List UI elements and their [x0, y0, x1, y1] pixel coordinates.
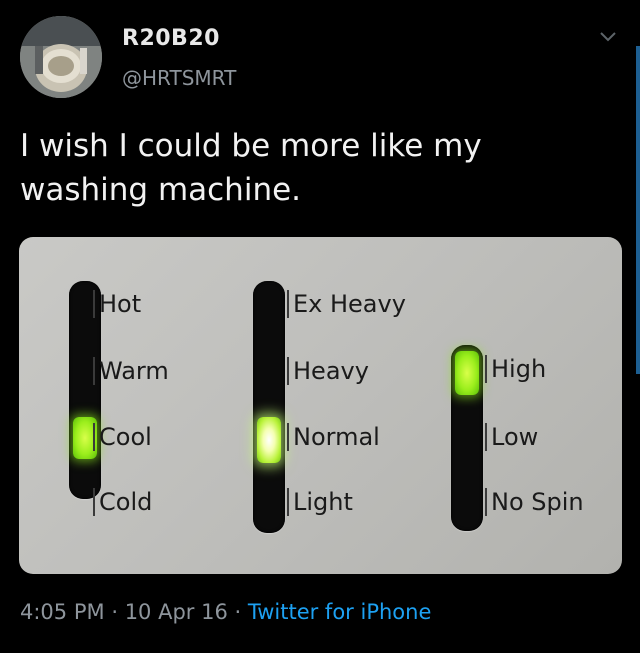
soil-led [257, 417, 281, 463]
user-handle[interactable]: @HRTSMRT [122, 66, 236, 90]
spin-led [455, 351, 479, 395]
spin-label-no-spin: No Spin [485, 488, 584, 516]
temperature-label-hot: Hot [93, 290, 142, 318]
temperature-label-warm: Warm [93, 357, 169, 385]
meta-separator: · [234, 600, 242, 624]
avatar[interactable] [20, 16, 102, 98]
spin-label-high: High [485, 355, 547, 383]
source-link[interactable]: Twitter for iPhone [248, 600, 432, 624]
meta-separator: · [111, 600, 118, 624]
tweet-meta: 4:05 PM · 10 Apr 16 · Twitter for iPhone [20, 600, 431, 624]
temperature-label-cool: Cool [93, 423, 152, 451]
soil-label-ex-heavy: Ex Heavy [287, 290, 406, 318]
tweet-time[interactable]: 4:05 PM [20, 600, 105, 624]
tweet-card: R20B20 @HRTSMRT I wish I could be more l… [0, 0, 640, 653]
tweet-photo[interactable]: Hot Warm Cool Cold Ex Heavy Heavy Normal… [19, 237, 622, 574]
spin-label-low: Low [485, 423, 539, 451]
soil-label-light: Light [287, 488, 353, 516]
avatar-photo-icon [20, 16, 102, 98]
tweet-text: I wish I could be more like my washing m… [20, 124, 600, 212]
temperature-label-cold: Cold [93, 488, 153, 516]
tweet-text-line: washing machine. [20, 172, 302, 208]
display-name[interactable]: R20B20 [122, 26, 220, 51]
tweet-text-line: I wish I could be more like my [20, 128, 482, 164]
tweet-date[interactable]: 10 Apr 16 [125, 600, 228, 624]
soil-slot [253, 281, 285, 533]
chevron-down-icon[interactable] [598, 30, 618, 44]
soil-label-normal: Normal [287, 423, 380, 451]
scrollbar[interactable] [636, 46, 640, 374]
soil-label-heavy: Heavy [287, 357, 369, 385]
